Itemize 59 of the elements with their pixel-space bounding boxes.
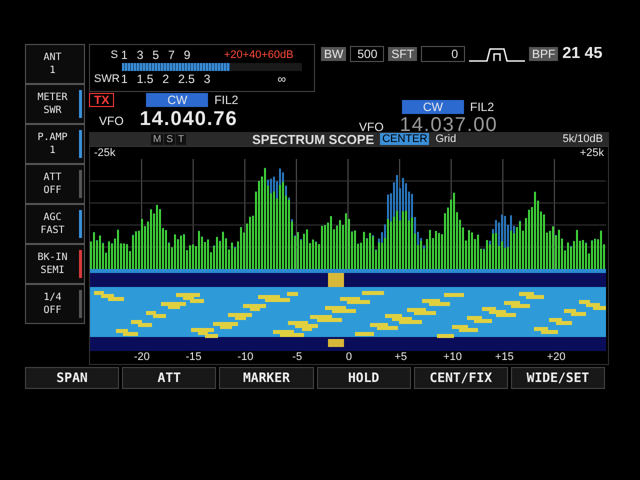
scope-mode-key[interactable]: T [176, 134, 186, 144]
bw-value: 500 [350, 46, 384, 62]
function-button[interactable]: METER SWR [25, 84, 85, 124]
scope-mode-key[interactable]: S [164, 134, 176, 144]
scale-label: +20+40+60dB [224, 48, 294, 60]
bpf-label: BPF [529, 47, 558, 61]
scale-label: 3 [204, 72, 210, 86]
scope-mode-key[interactable]: M [151, 134, 164, 144]
scale-label: 2.5 [178, 72, 195, 86]
grid-label: Grid [435, 133, 456, 145]
vfo-label: VFO [359, 120, 384, 134]
main-frequency: 14.040.76 [140, 108, 238, 131]
function-button[interactable]: ANT 1 [25, 44, 85, 84]
frequency-tick: -10 [236, 351, 254, 364]
frequency-tick: +15 [494, 351, 515, 364]
scale-label: 7 [168, 48, 175, 62]
frequency-tick: +5 [394, 351, 408, 364]
sft-label: SFT [388, 47, 418, 61]
function-button[interactable]: ATT OFF [25, 164, 85, 204]
function-button[interactable]: 1/4 OFF [25, 284, 85, 324]
soft-key[interactable]: CENT/FIX [414, 367, 508, 389]
soft-key[interactable]: MARKER [219, 367, 314, 389]
frequency-tick: +20 [546, 351, 566, 364]
function-button[interactable]: AGC FAST [25, 204, 85, 244]
tx-indicator: TX [89, 93, 114, 107]
scale-label: 9 [184, 48, 190, 62]
frequency-tick: -15 [184, 351, 203, 364]
function-button[interactable]: BK-IN SEMI [25, 244, 85, 284]
frequency-tick: +10 [442, 351, 463, 364]
frequency-tick: 0 [344, 351, 354, 364]
function-button[interactable]: P.AMP 1 [25, 124, 85, 164]
filter-label: FIL2 [214, 93, 238, 107]
meter-label: SWR [94, 72, 118, 84]
span-edge-label: -25k [94, 147, 116, 159]
frequency-tick: -20 [132, 351, 151, 364]
bw-label: BW [321, 47, 346, 61]
soft-key[interactable]: WIDE/SET [510, 367, 606, 389]
soft-key[interactable]: HOLD [316, 367, 411, 389]
scale-label: 2 [162, 72, 170, 86]
scope-scale: 5k/10dB [562, 133, 603, 145]
scale-label: 1.5 [136, 72, 154, 86]
span-edge-label: +25k [580, 147, 604, 159]
vfo-label: VFO [99, 114, 124, 128]
soft-key[interactable]: SPAN [25, 367, 120, 389]
clock: 21 45 [562, 45, 602, 63]
frequency-tick: -5 [291, 351, 304, 364]
scale-label: 1 [121, 48, 128, 62]
mode-label: CW [402, 100, 464, 114]
filter-label: FIL2 [470, 100, 494, 114]
scale-label: 5 [152, 48, 160, 62]
scale-label: ∞ [277, 72, 286, 86]
mode-label: CW [146, 93, 208, 107]
scale-label: 1 [121, 72, 128, 86]
soft-key[interactable]: ATT [122, 367, 216, 389]
scale-label: 3 [136, 48, 144, 62]
scope-title: SPECTRUM SCOPE [252, 132, 374, 146]
sft-value: 0 [421, 46, 466, 62]
scope-mode: CENTER [380, 133, 430, 145]
meter-label: S [110, 48, 118, 60]
